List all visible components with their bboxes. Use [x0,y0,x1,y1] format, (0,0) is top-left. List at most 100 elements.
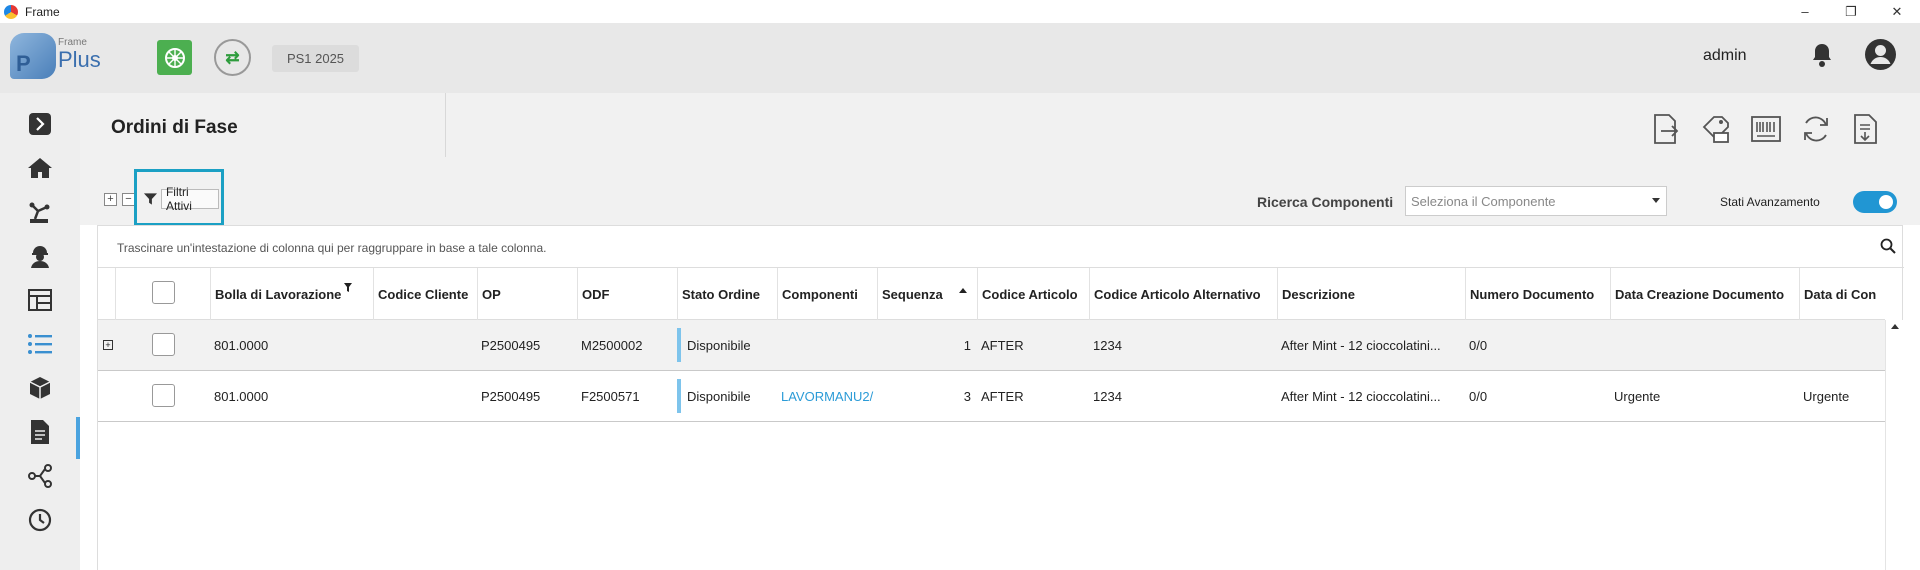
row-checkbox[interactable] [152,384,175,407]
minimize-button[interactable]: – [1782,0,1828,23]
sidebar-item-list[interactable] [25,329,55,359]
cell-data-di-con [1799,320,1885,370]
sidebar-item-dashboard[interactable] [25,285,55,315]
export-button[interactable] [1650,113,1682,145]
vertical-scrollbar[interactable] [1885,320,1903,570]
active-filters-button[interactable]: Filtri Attivi [143,185,219,213]
grid-header: Bolla di Lavorazione Codice Cliente OP O… [98,268,1885,320]
toggle-knob [1879,195,1893,209]
refresh-button[interactable] [1800,113,1832,145]
restore-button[interactable]: ❐ [1828,0,1874,23]
barcode-icon [1751,116,1781,142]
column-filter-icon[interactable] [344,283,353,293]
sidebar-item-robot[interactable] [25,197,55,227]
component-select[interactable]: Seleziona il Componente [1405,186,1667,216]
cell-odf: M2500002 [581,337,643,353]
component-select-placeholder: Seleziona il Componente [1411,193,1556,209]
status-text: Disponibile [687,388,751,404]
column-header-odf[interactable]: ODF [577,268,677,320]
cell-codice-articolo: AFTER [981,388,1024,404]
column-header-data-creazione-documento[interactable]: Data Creazione Documento [1610,268,1799,320]
download-document-button[interactable] [1850,113,1882,145]
cell-data-di-con: Urgente [1803,388,1850,404]
sidebar-item-documents[interactable] [25,417,55,447]
sidebar-item-workers[interactable] [25,241,55,271]
cell-codice-cliente [373,320,477,370]
cell-descrizione: After Mint - 12 cioccolatini... [1281,388,1441,404]
swap-icon: ⇄ [225,47,240,67]
column-header-descrizione[interactable]: Descrizione [1277,268,1465,320]
column-header-data-di-con[interactable]: Data di Con [1799,268,1885,320]
column-header-op[interactable]: OP [477,268,577,320]
active-filters-label: Filtri Attivi [160,185,219,213]
select-all-checkbox[interactable] [152,281,175,304]
column-header-componenti[interactable]: Componenti [777,268,877,320]
status-text: Disponibile [687,337,751,353]
download-document-icon [1854,114,1877,144]
cell-codice-articolo-alternativo: 1234 [1093,388,1122,404]
barcode-button[interactable] [1750,113,1782,145]
column-header-codice-articolo[interactable]: Codice Articolo [977,268,1089,320]
search-icon[interactable] [1880,238,1896,254]
robot-arm-icon [29,202,50,223]
window-controls: – ❐ ✕ [1782,0,1920,23]
swap-button[interactable]: ⇄ [214,39,251,76]
module-wheel-button[interactable] [157,40,192,75]
sidebar-active-indicator [76,417,80,459]
logo-letter: P [16,51,31,76]
cell-odf: F2500571 [581,388,640,404]
cell-data-creazione: Urgente [1614,388,1661,404]
table-row[interactable]: 801.0000 P2500495 F2500571 Disponibile L… [98,371,1885,422]
cell-componenti-link[interactable]: LAVORMANU2/ [777,371,877,421]
sidebar-item-workflow[interactable] [25,461,55,491]
orders-grid: Trascinare un'intestazione di colonna qu… [97,225,1904,570]
cell-numero-documento: 0/0 [1469,388,1488,404]
column-header-stato-ordine[interactable]: Stato Ordine [677,268,777,320]
chevron-down-icon [1652,198,1660,203]
row-checkbox[interactable] [152,333,175,356]
print-label-button[interactable] [1700,113,1732,145]
column-header-bolla[interactable]: Bolla di Lavorazione [210,268,373,320]
stati-avanzamento-toggle[interactable] [1853,191,1897,213]
column-header-sequenza[interactable]: Sequenza [877,268,977,320]
group-by-panel[interactable]: Trascinare un'intestazione di colonna qu… [98,226,1904,268]
cell-codice-cliente [373,371,477,421]
sidebar-item-history[interactable] [25,505,55,535]
column-header-codice-cliente[interactable]: Codice Cliente [373,268,477,320]
logo-mark: P [10,33,56,79]
notifications-bell-icon[interactable] [1810,41,1834,69]
window-titlebar: Frame – ❐ ✕ [0,0,1920,23]
print-label-icon [1702,116,1729,143]
filter-icon [143,193,158,205]
cell-codice-articolo-alternativo: 1234 [1093,337,1122,353]
cell-componenti[interactable] [777,320,877,370]
cell-data-creazione [1610,320,1799,370]
list-icon [28,334,52,354]
status-color-bar [677,328,681,362]
close-button[interactable]: ✕ [1874,0,1920,23]
column-header-label: Sequenza [882,286,943,302]
header-divider [445,93,446,157]
cell-codice-articolo: AFTER [981,337,1024,353]
logo-big-text: Plus [58,47,101,72]
expand-all-button[interactable]: + [104,193,117,206]
column-header-codice-articolo-alternativo[interactable]: Codice Articolo Alternativo [1089,268,1277,320]
user-avatar-icon[interactable] [1864,38,1897,71]
scroll-up-icon[interactable] [1891,324,1899,329]
table-row[interactable]: + 801.0000 P2500495 M2500002 Disponibile… [98,320,1885,371]
cell-op: P2500495 [481,388,541,404]
column-header-numero-documento[interactable]: Numero Documento [1465,268,1610,320]
workflow-icon [28,464,52,488]
sort-ascending-icon [959,288,967,293]
sidebar-item-expand[interactable] [25,109,55,139]
environment-selector[interactable]: PS1 2025 [272,45,359,72]
sidebar-item-products[interactable] [25,373,55,403]
sidebar-item-home[interactable] [25,153,55,183]
user-name[interactable]: admin [1703,47,1747,65]
row-expand-icon[interactable]: + [103,340,113,350]
frame-plus-logo: P Frame Plus [10,33,102,79]
group-by-hint: Trascinare un'intestazione di colonna qu… [117,241,547,255]
export-icon [1654,114,1679,144]
refresh-icon [1804,116,1828,142]
cell-sequenza: 3 [963,388,971,404]
